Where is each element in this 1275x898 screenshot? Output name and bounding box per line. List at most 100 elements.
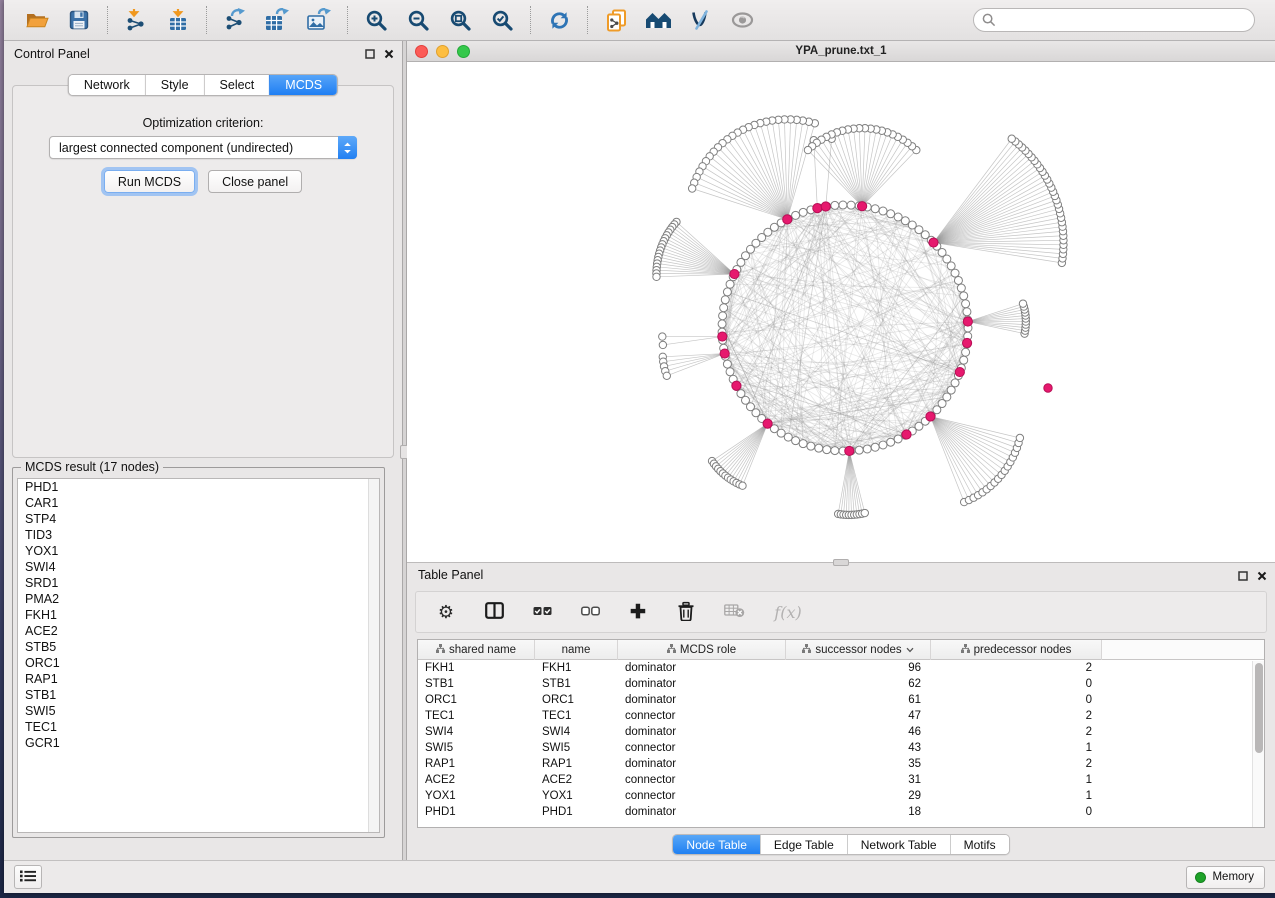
mcds-result-item[interactable]: STB1: [18, 687, 379, 703]
tab-mcds[interactable]: MCDS: [269, 75, 337, 95]
network-node[interactable]: [962, 348, 970, 356]
mcds-result-item[interactable]: STB5: [18, 639, 379, 655]
network-node[interactable]: [839, 201, 847, 209]
network-node[interactable]: [719, 312, 727, 320]
tab-motifs[interactable]: Motifs: [950, 835, 1009, 854]
table-row[interactable]: ACE2ACE2connector311: [418, 772, 1264, 788]
network-node[interactable]: [887, 210, 895, 218]
tab-node-table[interactable]: Node Table: [673, 835, 760, 854]
network-window-titlebar[interactable]: YPA_prune.txt_1: [407, 41, 1275, 62]
tab-network-table[interactable]: Network Table: [847, 835, 950, 854]
network-node[interactable]: [1008, 135, 1015, 142]
export-image-button[interactable]: [302, 4, 336, 36]
table-row[interactable]: PHD1PHD1dominator180: [418, 804, 1264, 820]
mcds-node[interactable]: [718, 332, 727, 341]
birds-eye-view-button[interactable]: [725, 4, 759, 36]
network-node[interactable]: [894, 213, 902, 221]
mcds-node[interactable]: [858, 202, 867, 211]
import-network-button[interactable]: [119, 4, 153, 36]
network-overview-button[interactable]: [641, 4, 675, 36]
horizontal-splitter-grip[interactable]: [833, 559, 849, 566]
mcds-node[interactable]: [1044, 384, 1052, 392]
task-history-button[interactable]: [14, 865, 42, 889]
new-network-from-selection-button[interactable]: [599, 4, 633, 36]
mcds-node[interactable]: [821, 202, 830, 211]
network-node[interactable]: [954, 276, 962, 284]
close-panel-icon[interactable]: [1257, 570, 1267, 584]
network-node[interactable]: [951, 379, 959, 387]
mcds-result-item[interactable]: FKH1: [18, 607, 379, 623]
apply-layout-button[interactable]: [542, 4, 576, 36]
save-session-button[interactable]: [62, 4, 96, 36]
network-node[interactable]: [960, 292, 968, 300]
table-row[interactable]: RAP1RAP1dominator352: [418, 756, 1264, 772]
network-canvas[interactable]: [407, 62, 1275, 562]
table-row[interactable]: SWI5SWI5connector431: [418, 740, 1264, 756]
table-row[interactable]: TEC1TEC1connector472: [418, 708, 1264, 724]
table-settings-button[interactable]: ⚙: [434, 600, 458, 624]
mcds-node[interactable]: [902, 430, 911, 439]
deselect-all-button[interactable]: [578, 600, 602, 624]
delete-table-button[interactable]: [722, 600, 746, 624]
mcds-result-item[interactable]: SWI5: [18, 703, 379, 719]
window-zoom-light[interactable]: [457, 45, 470, 58]
network-node[interactable]: [720, 304, 728, 312]
network-node[interactable]: [718, 320, 726, 328]
tab-network[interactable]: Network: [69, 75, 145, 95]
mcds-result-item[interactable]: TID3: [18, 527, 379, 543]
window-minimize-light[interactable]: [436, 45, 449, 58]
memory-button[interactable]: Memory: [1186, 866, 1265, 889]
network-node[interactable]: [1019, 300, 1026, 307]
network-node[interactable]: [739, 482, 746, 489]
export-table-button[interactable]: [260, 4, 294, 36]
tab-edge-table[interactable]: Edge Table: [760, 835, 847, 854]
network-node[interactable]: [726, 280, 734, 288]
zoom-in-button[interactable]: [359, 4, 393, 36]
network-node[interactable]: [823, 446, 831, 454]
mcds-result-item[interactable]: GCR1: [18, 735, 379, 751]
table-row[interactable]: SWI4SWI4dominator462: [418, 724, 1264, 740]
network-node[interactable]: [784, 433, 792, 441]
column-visibility-button[interactable]: [482, 600, 506, 624]
network-node[interactable]: [879, 441, 887, 449]
export-network-button[interactable]: [218, 4, 252, 36]
network-node[interactable]: [799, 208, 807, 216]
network-node[interactable]: [688, 185, 695, 192]
network-node[interactable]: [659, 341, 666, 348]
zoom-selected-button[interactable]: [485, 4, 519, 36]
mcds-result-item[interactable]: SRD1: [18, 575, 379, 591]
mcds-node[interactable]: [783, 215, 792, 224]
zoom-out-button[interactable]: [401, 4, 435, 36]
mcds-node[interactable]: [732, 381, 741, 390]
network-node[interactable]: [831, 201, 839, 209]
column-header-successor-nodes[interactable]: successor nodes: [786, 640, 931, 660]
network-node[interactable]: [1016, 434, 1023, 441]
window-close-light[interactable]: [415, 45, 428, 58]
network-node[interactable]: [799, 440, 807, 448]
table-scrollbar[interactable]: [1252, 661, 1264, 827]
network-node[interactable]: [962, 300, 970, 308]
mcds-node[interactable]: [926, 412, 935, 421]
float-panel-icon[interactable]: [1238, 570, 1248, 584]
network-node[interactable]: [960, 356, 968, 364]
network-node[interactable]: [855, 446, 863, 454]
network-node[interactable]: [792, 211, 800, 219]
tab-style[interactable]: Style: [145, 75, 204, 95]
network-node[interactable]: [871, 205, 879, 213]
mcds-result-item[interactable]: ACE2: [18, 623, 379, 639]
network-node[interactable]: [653, 273, 660, 280]
add-column-button[interactable]: ✚: [626, 600, 650, 624]
network-node[interactable]: [861, 509, 868, 516]
network-node[interactable]: [894, 435, 902, 443]
network-node[interactable]: [847, 201, 855, 209]
mcds-node[interactable]: [730, 269, 739, 278]
mcds-result-item[interactable]: RAP1: [18, 671, 379, 687]
mcds-node[interactable]: [963, 317, 972, 326]
network-node[interactable]: [863, 445, 871, 453]
network-node[interactable]: [726, 368, 734, 376]
network-node[interactable]: [804, 146, 811, 153]
network-node[interactable]: [815, 444, 823, 452]
mcds-node[interactable]: [845, 446, 854, 455]
mcds-node[interactable]: [720, 349, 729, 358]
column-header-shared-name[interactable]: shared name: [418, 640, 535, 660]
